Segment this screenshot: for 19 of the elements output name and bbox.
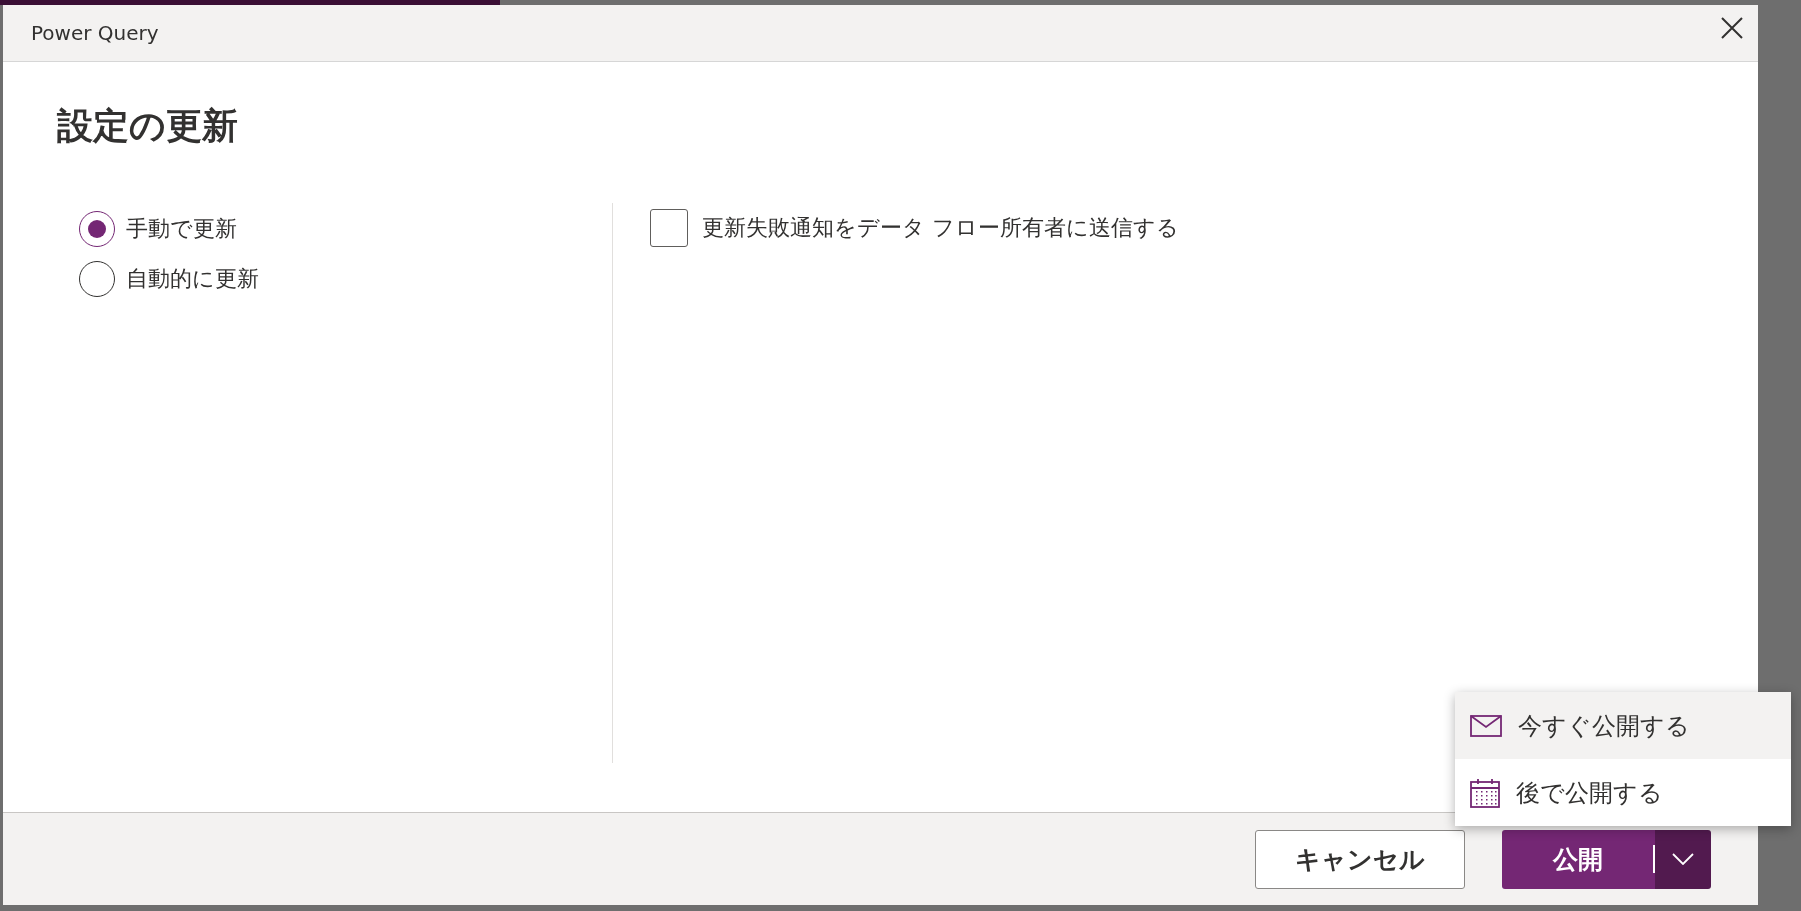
chevron-down-icon xyxy=(1672,853,1694,865)
calendar-icon xyxy=(1470,777,1500,808)
checkbox-label: 更新失敗通知をデータ フロー所有者に送信する xyxy=(702,214,1179,242)
menu-item[interactable]: 後で公開する xyxy=(1455,759,1791,826)
menu-item-label: 今すぐ公開する xyxy=(1518,710,1690,742)
close-icon xyxy=(1721,17,1743,39)
radio-label: 自動的に更新 xyxy=(126,265,259,293)
radio-label: 手動で更新 xyxy=(126,215,237,243)
cancel-button[interactable]: キャンセル xyxy=(1255,829,1465,889)
mail-icon xyxy=(1470,714,1502,737)
checkbox-option[interactable]: 更新失敗通知をデータ フロー所有者に送信する xyxy=(650,209,1179,247)
dialog-title: Power Query xyxy=(31,21,159,45)
menu-item[interactable]: 今すぐ公開する xyxy=(1455,692,1791,759)
radio-option[interactable]: 手動で更新 xyxy=(79,211,612,247)
dialog-heading: 設定の更新 xyxy=(57,104,239,148)
publish-button[interactable]: 公開 xyxy=(1502,829,1653,889)
menu-item-label: 後で公開する xyxy=(1516,777,1663,809)
dropdown-button[interactable] xyxy=(1655,829,1711,889)
radio-option[interactable]: 自動的に更新 xyxy=(79,261,612,297)
